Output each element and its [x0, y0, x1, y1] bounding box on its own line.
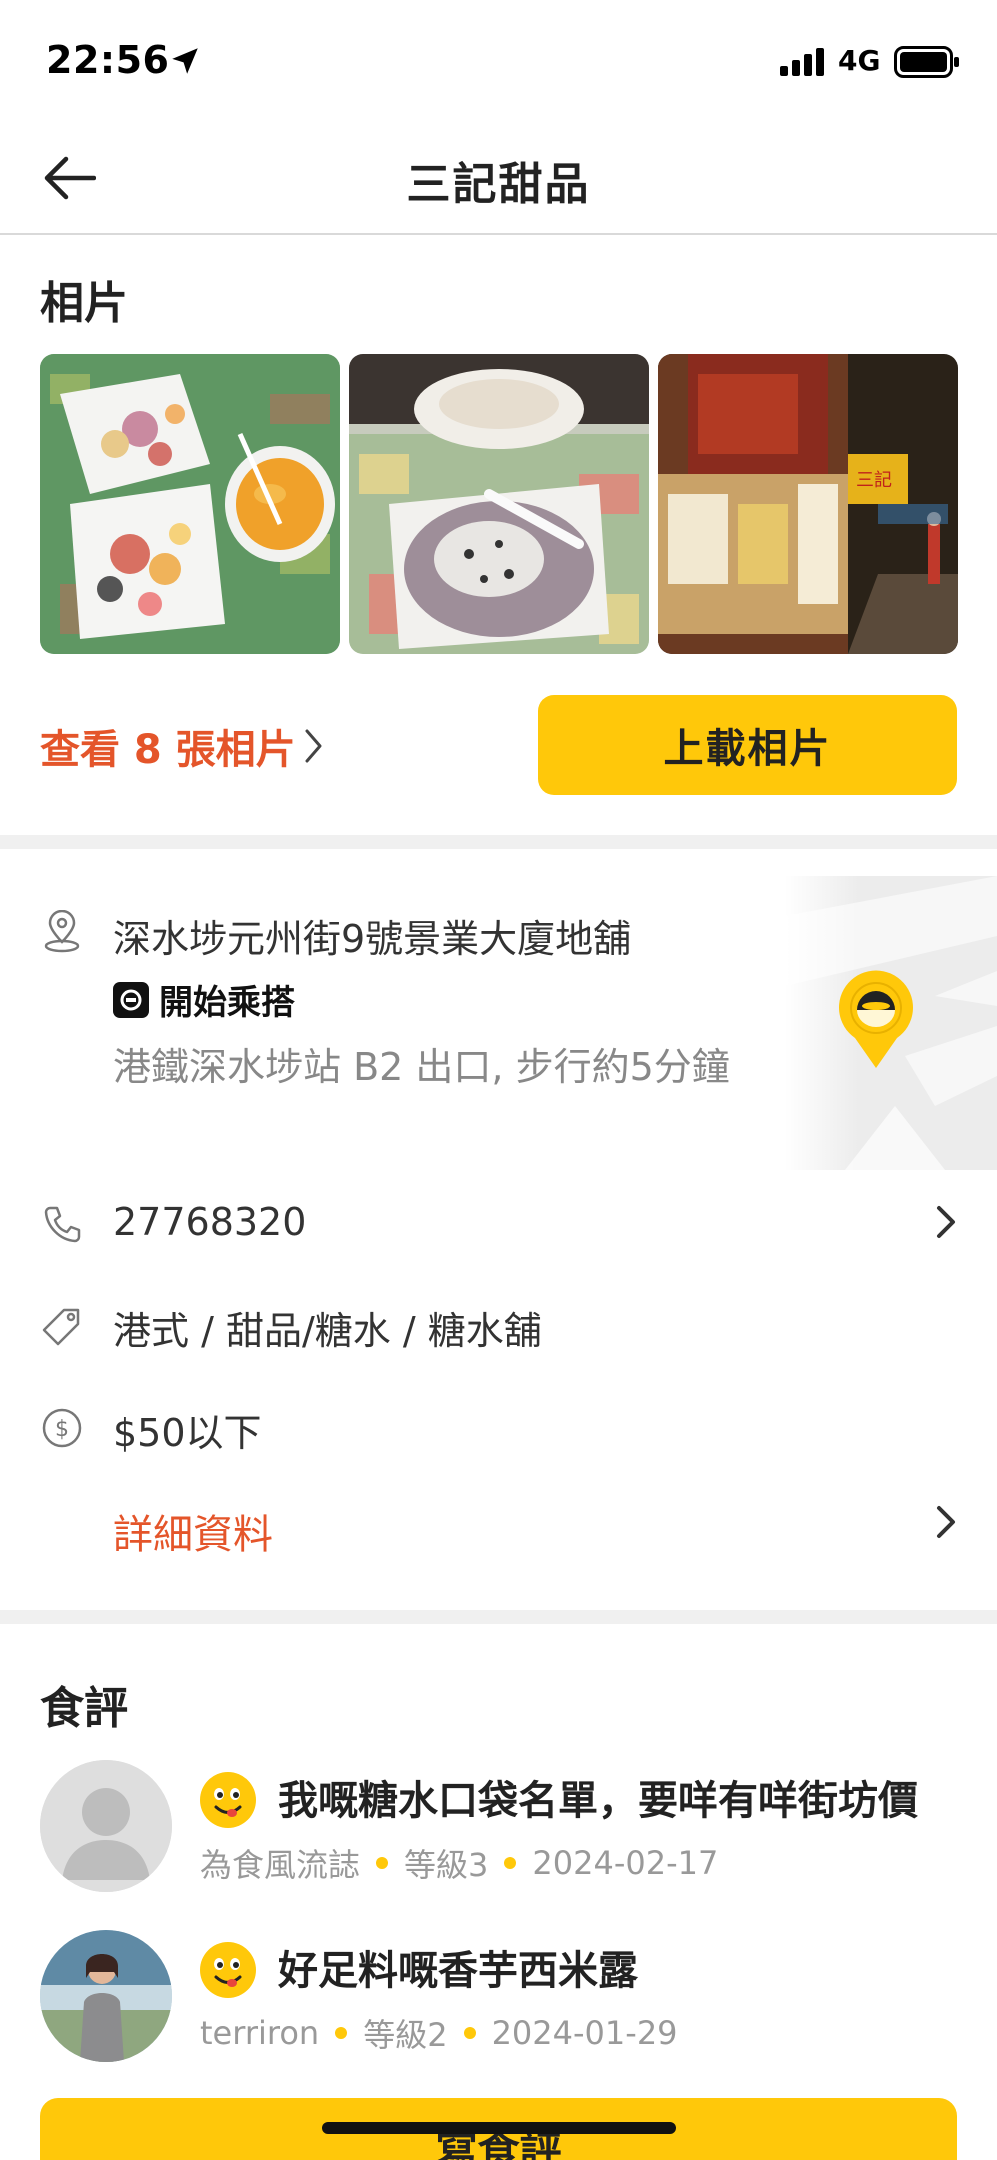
address-text: 深水埗元州街9號景業大廈地舖 — [113, 917, 632, 961]
review-meta: 為食風流誌 等級3 2024-02-17 — [200, 1840, 718, 1886]
network-label: 4G — [838, 44, 881, 77]
meta-separator — [504, 1857, 517, 1869]
user-avatar-icon — [40, 1760, 172, 1892]
price-range: $50以下 — [113, 1411, 262, 1455]
photo-thumbnail-2[interactable] — [349, 354, 649, 654]
app-header: 三記甜品 — [0, 120, 997, 235]
photos-section-title: 相片 — [40, 278, 128, 329]
view-all-photos-link[interactable]: 查看 8 張相片 — [40, 717, 324, 775]
page-title: 三記甜品 — [406, 159, 591, 210]
review-author: 為食風流誌 — [200, 1846, 361, 1884]
reviews-section: 食評 我嘅糖水口袋名單，要咩有咩街坊價 為食風流誌 等級3 2024-02-17 — [0, 1626, 997, 2160]
upload-photo-button[interactable]: 上載相片 — [538, 695, 957, 795]
meta-separator — [463, 2027, 476, 2039]
photo-thumbnail-3[interactable]: 三記 — [658, 354, 958, 654]
status-bar: 22:56 4G — [0, 0, 997, 120]
map-view — [785, 876, 997, 1170]
tag-icon — [42, 1308, 80, 1346]
review-item[interactable]: 好足料嘅香芋西米露 terriron 等級2 2024-01-29 — [0, 1930, 997, 2070]
reviews-section-title: 食評 — [40, 1683, 128, 1734]
map-thumbnail[interactable] — [785, 876, 997, 1170]
signal-icon — [780, 48, 824, 76]
home-indicator[interactable] — [322, 2122, 676, 2134]
section-divider — [0, 835, 997, 849]
review-title: 我嘅糖水口袋名單，要咩有咩街坊價 — [278, 1778, 918, 1824]
section-divider — [0, 1610, 997, 1624]
avatar — [40, 1760, 172, 1892]
smiley-icon — [200, 1942, 256, 1998]
directions-text: 港鐵深水埗站 B2 出口, 步行約5分鐘 — [113, 1045, 730, 1089]
cuisine-text: 港式 / 甜品/糖水 / 糖水舖 — [113, 1309, 542, 1353]
review-author: terriron — [200, 2014, 320, 2052]
svg-text:$: $ — [55, 1417, 69, 1442]
review-level: 等級3 — [404, 1846, 489, 1884]
meta-separator — [376, 1857, 389, 1869]
review-item[interactable]: 我嘅糖水口袋名單，要咩有咩街坊價 為食風流誌 等級3 2024-02-17 — [0, 1760, 997, 1900]
chevron-right-icon[interactable] — [931, 1502, 961, 1542]
meta-separator — [335, 2027, 348, 2039]
view-all-photos-label: 查看 8 張相片 — [40, 727, 296, 773]
location-pin-icon — [44, 910, 80, 953]
review-meta: terriron 等級2 2024-01-29 — [200, 2010, 678, 2056]
review-title: 好足料嘅香芋西米露 — [278, 1948, 638, 1994]
battery-icon — [894, 46, 959, 78]
smiley-icon — [200, 1772, 256, 1828]
details-link[interactable]: 詳細資料 — [113, 1502, 273, 1560]
photos-section: 相片 三記 查看 8 張相片 上載相片 — [0, 237, 997, 835]
train-icon — [113, 981, 149, 1018]
svg-text:三記: 三記 — [856, 470, 892, 491]
chevron-right-icon — [305, 729, 322, 763]
dessert-bowls-photo — [40, 354, 340, 654]
review-date: 2024-01-29 — [491, 2014, 678, 2052]
sago-dessert-photo — [349, 354, 649, 654]
restaurant-info-section: 深水埗元州街9號景業大廈地舖 開始乘搭 港鐵深水埗站 B2 出口, 步行約5分鐘… — [0, 850, 997, 1610]
location-arrow-icon — [172, 48, 198, 74]
status-time: 22:56 — [46, 38, 170, 82]
chevron-right-icon[interactable] — [931, 1202, 961, 1242]
dollar-icon: $ — [42, 1408, 82, 1448]
user-photo-avatar — [40, 1930, 172, 2062]
review-level: 等級2 — [363, 2016, 448, 2054]
shopfront-photo: 三記 — [658, 354, 958, 654]
phone-number[interactable]: 27768320 — [113, 1200, 306, 1244]
transit-row: 開始乘搭 — [113, 975, 295, 1024]
review-date: 2024-02-17 — [532, 1844, 719, 1882]
phone-icon — [44, 1206, 81, 1243]
transit-label: 開始乘搭 — [159, 983, 295, 1023]
photo-thumbnail-1[interactable] — [40, 354, 340, 654]
avatar — [40, 1930, 172, 2062]
